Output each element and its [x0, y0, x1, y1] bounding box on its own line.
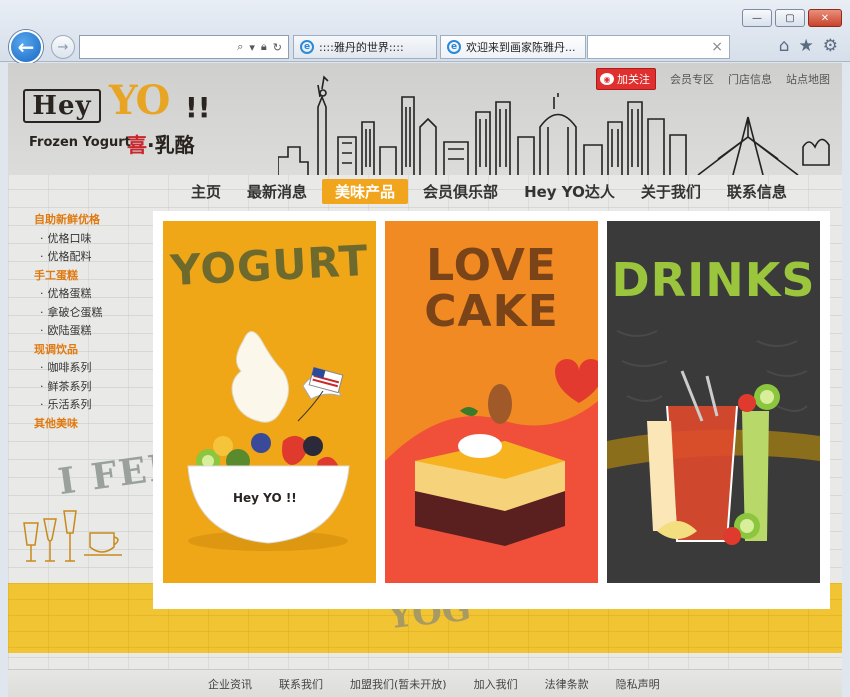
footer-link-legal[interactable]: 法律条款 [545, 676, 589, 692]
logo-hey-text: Hey [23, 89, 101, 123]
sitemap-link[interactable]: 站点地图 [786, 71, 830, 87]
new-tab-area[interactable]: × [587, 35, 730, 59]
cup-brand-text: Hey YO !! [233, 491, 297, 505]
ie-page-icon: e [447, 40, 461, 54]
sidebar-item[interactable]: 咖啡系列 [8, 359, 148, 378]
favorites-star-icon[interactable]: ★ [799, 36, 814, 56]
main-nav: 主页 最新消息 美味产品 会员俱乐部 Hey YO达人 关于我们 联系信息 [178, 177, 838, 205]
nav-club[interactable]: 会员俱乐部 [410, 179, 511, 204]
refresh-icon[interactable]: ↻ [273, 41, 282, 54]
dropdown-arrow-icon[interactable]: ▾ [249, 41, 255, 54]
weibo-follow-label: 加关注 [617, 73, 650, 86]
hey-yo-logo[interactable]: Hey YO !! Frozen Yogurt 喜·乳酪 [23, 77, 213, 157]
nav-products[interactable]: 美味产品 [322, 178, 409, 204]
back-arrow-icon: ← [17, 35, 35, 59]
footer-link-company-news[interactable]: 企业资讯 [208, 676, 252, 692]
sidebar-item[interactable]: 鲜茶系列 [8, 378, 148, 397]
weibo-follow-button[interactable]: ◉ 加关注 [596, 68, 656, 90]
logo-yo-text: YO [109, 77, 170, 124]
settings-gear-icon[interactable]: ⚙ [823, 36, 838, 56]
sidebar-item[interactable]: 优格配料 [8, 248, 148, 267]
sidebar-category[interactable]: 手工蛋糕 [8, 267, 148, 286]
product-panel: YOGURT Hey YO !! LOVE CAKE DRINKS [153, 211, 830, 609]
logo-chinese-name: 喜·乳酪 [127, 129, 195, 158]
close-tab-icon[interactable]: × [711, 39, 723, 55]
footer-link-franchise[interactable]: 加盟我们(暂未开放) [350, 676, 447, 692]
logo-cn-rest: ·乳酪 [147, 133, 195, 157]
stores-link[interactable]: 门店信息 [728, 71, 772, 87]
cake-title-line2: CAKE [424, 286, 559, 337]
cake-title: LOVE CAKE [385, 243, 598, 335]
browser-tab-yadan-world[interactable]: e ::::雅丹的世界:::: [293, 35, 437, 59]
nav-about[interactable]: 关于我们 [628, 179, 714, 204]
minimize-button[interactable]: — [742, 9, 772, 27]
nav-news[interactable]: 最新消息 [234, 179, 320, 204]
address-bar[interactable]: ⌕ ▾ 🔒︎ ↻ [79, 35, 289, 59]
site-footer: 企业资讯 联系我们 加盟我们(暂未开放) 加入我们 法律条款 隐私声明 [8, 669, 842, 697]
drinks-title: DRINKS [611, 253, 816, 307]
sidebar-category[interactable]: 其他美味 [8, 415, 148, 434]
sidebar-item[interactable]: 欧陆蛋糕 [8, 322, 148, 341]
search-icon[interactable]: ⌕ [237, 40, 243, 54]
browser-tab-welcome[interactable]: e 欢迎来到画家陈雅丹... [440, 35, 586, 59]
forward-button[interactable]: → [51, 35, 75, 59]
close-window-button[interactable]: ✕ [808, 9, 842, 27]
web-page: Hey YO !! Frozen Yogurt 喜·乳酪 ◉ 加关注 会员专区 … [8, 63, 842, 697]
weibo-icon: ◉ [600, 73, 614, 85]
back-button[interactable]: ← [9, 30, 43, 64]
drinks-card[interactable]: DRINKS [607, 221, 820, 583]
sidebar-category[interactable]: 自助新鲜优格 [8, 211, 148, 230]
home-icon[interactable]: ⌂ [779, 36, 790, 56]
yogurt-card[interactable]: YOGURT Hey YO !! [163, 221, 376, 583]
logo-bang-text: !! [185, 91, 211, 124]
love-cake-card[interactable]: LOVE CAKE [385, 221, 598, 583]
logo-subtitle: Frozen Yogurt [29, 135, 131, 150]
footer-link-join[interactable]: 加入我们 [474, 676, 518, 692]
sidebar-item[interactable]: 优格蛋糕 [8, 285, 148, 304]
sidebar-category[interactable]: 现调饮品 [8, 341, 148, 360]
browser-chrome: — ▢ ✕ ← → ⌕ ▾ 🔒︎ ↻ e ::::雅丹的世界:::: e 欢迎来… [0, 0, 850, 64]
sidebar-item[interactable]: 优格口味 [8, 230, 148, 249]
maximize-button[interactable]: ▢ [775, 9, 805, 27]
nav-heyyo-stars[interactable]: Hey YO达人 [511, 179, 628, 204]
forward-arrow-icon: → [57, 39, 69, 55]
window-controls: — ▢ ✕ [742, 9, 842, 27]
footer-link-contact[interactable]: 联系我们 [279, 676, 323, 692]
sidebar-item[interactable]: 拿破仑蛋糕 [8, 304, 148, 323]
nav-home[interactable]: 主页 [178, 179, 234, 204]
members-link[interactable]: 会员专区 [670, 71, 714, 87]
ie-page-icon: e [300, 40, 314, 54]
product-sidebar: 自助新鲜优格 优格口味 优格配料 手工蛋糕 优格蛋糕 拿破仑蛋糕 欧陆蛋糕 现调… [8, 211, 148, 433]
glasses-doodle-illustration [23, 510, 122, 562]
sidebar-item[interactable]: 乐活系列 [8, 396, 148, 415]
browser-toolbar: ⌂ ★ ⚙ [779, 36, 838, 56]
lock-icon: 🔒︎ [260, 40, 267, 53]
tab-label: 欢迎来到画家陈雅丹... [466, 41, 576, 54]
cake-title-line1: LOVE [426, 240, 557, 291]
top-links: ◉ 加关注 会员专区 门店信息 站点地图 [596, 68, 830, 90]
tab-label: ::::雅丹的世界:::: [319, 41, 404, 54]
nav-contact[interactable]: 联系信息 [714, 179, 800, 204]
footer-link-privacy[interactable]: 隐私声明 [616, 676, 660, 692]
logo-cn-first: 喜 [127, 133, 147, 157]
